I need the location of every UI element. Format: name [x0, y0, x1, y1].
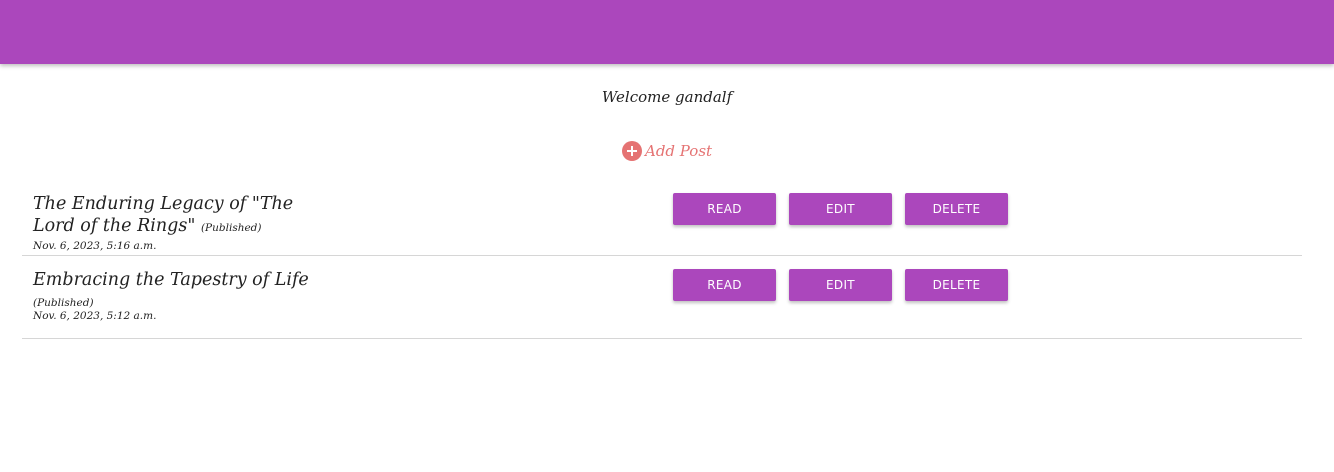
list-item: The Enduring Legacy of "The Lord of the … — [22, 180, 1302, 256]
plus-circle-icon — [622, 141, 642, 161]
post-title-text: Embracing the Tapestry of Life — [33, 270, 309, 290]
edit-button[interactable]: EDIT — [789, 193, 892, 225]
post-date: Nov. 6, 2023, 5:16 a.m. — [33, 240, 157, 252]
post-info: Embracing the Tapestry of Life (Publishe… — [33, 269, 333, 323]
delete-button[interactable]: DELETE — [905, 193, 1008, 225]
status-badge: (Published) — [33, 297, 94, 309]
post-actions: READ EDIT DELETE — [673, 269, 1021, 301]
post-actions: READ EDIT DELETE — [673, 193, 1021, 225]
read-button[interactable]: READ — [673, 193, 776, 225]
add-post-button[interactable]: Add Post — [622, 141, 712, 161]
top-app-bar — [0, 0, 1334, 64]
welcome-message: Welcome gandalf — [601, 88, 733, 106]
post-date: Nov. 6, 2023, 5:12 a.m. — [33, 310, 157, 322]
list-item: Embracing the Tapestry of Life (Publishe… — [22, 256, 1302, 339]
post-info: The Enduring Legacy of "The Lord of the … — [33, 193, 333, 253]
post-title: The Enduring Legacy of "The Lord of the … — [33, 193, 333, 239]
delete-button[interactable]: DELETE — [905, 269, 1008, 301]
add-post-label: Add Post — [645, 142, 713, 160]
read-button[interactable]: READ — [673, 269, 776, 301]
status-badge: (Published) — [200, 222, 262, 234]
edit-button[interactable]: EDIT — [789, 269, 892, 301]
post-title: Embracing the Tapestry of Life — [33, 269, 333, 291]
post-list: The Enduring Legacy of "The Lord of the … — [22, 180, 1302, 339]
